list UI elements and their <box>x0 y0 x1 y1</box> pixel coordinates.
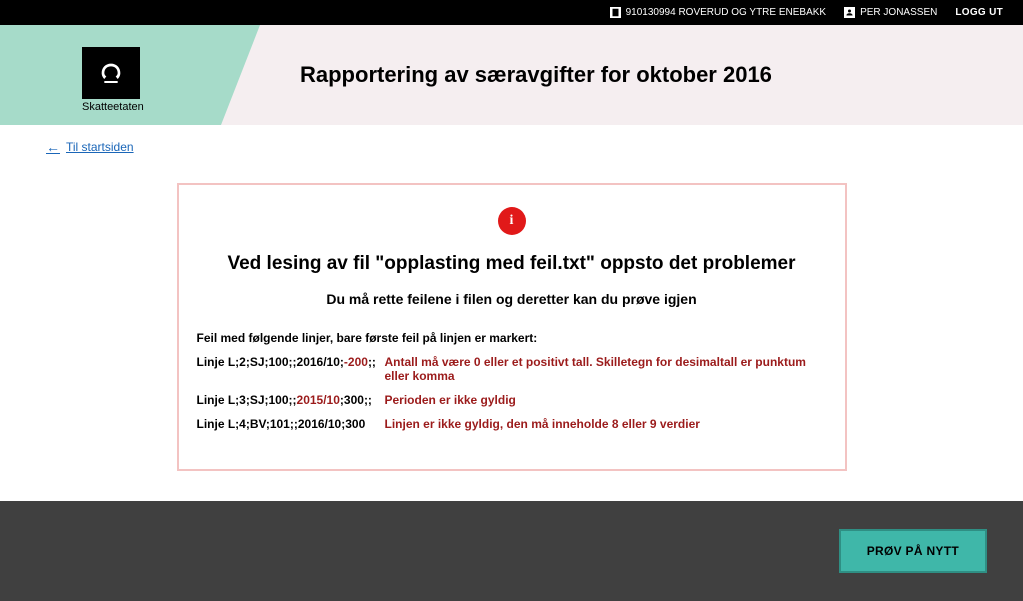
topbar: 910130994 ROVERUD OG YTRE ENEBAKK PER JO… <box>0 0 1023 25</box>
error-message: Antall må være 0 eller et positivt tall.… <box>385 355 827 383</box>
page-header: Skatteetaten Rapportering av særavgifter… <box>0 25 1023 125</box>
error-subtitle: Du må rette feilene i filen og deretter … <box>197 291 827 307</box>
error-message: Linjen er ikke gyldig, den må inneholde … <box>385 417 700 431</box>
page-footer: PRØV PÅ NYTT <box>0 501 1023 601</box>
error-list: Feil med følgende linjer, bare første fe… <box>197 331 827 431</box>
page-title: Rapportering av særavgifter for oktober … <box>260 25 1023 125</box>
header-logo-area: Skatteetaten <box>0 25 260 125</box>
topbar-user[interactable]: PER JONASSEN <box>844 7 937 18</box>
error-line: Linje L;3;SJ;100;;2015/10;300;; <box>197 393 373 407</box>
error-row: Linje L;4;BV;101;;2016/10;300 Linjen er … <box>197 417 827 431</box>
arrow-left-icon: ← <box>46 139 60 155</box>
error-title: Ved lesing av fil "opplasting med feil.t… <box>197 253 827 275</box>
error-line: Linje L;2;SJ;100;;2016/10;-200;; <box>197 355 373 383</box>
error-row: Linje L;3;SJ;100;;2015/10;300;; Perioden… <box>197 393 827 407</box>
info-icon: i <box>498 207 526 235</box>
person-icon <box>844 7 855 18</box>
brand-logo <box>82 47 140 99</box>
retry-button[interactable]: PRØV PÅ NYTT <box>839 529 987 573</box>
back-link[interactable]: ← Til startsiden <box>46 139 134 155</box>
error-row: Linje L;2;SJ;100;;2016/10;-200;; Antall … <box>197 355 827 383</box>
error-message: Perioden er ikke gyldig <box>385 393 516 407</box>
main-content: i Ved lesing av fil "opplasting med feil… <box>0 155 1023 501</box>
error-line: Linje L;4;BV;101;;2016/10;300 <box>197 417 373 431</box>
brand-name: Skatteetaten <box>82 101 144 113</box>
topbar-user-label: PER JONASSEN <box>860 7 937 18</box>
back-link-label: Til startsiden <box>66 140 134 154</box>
breadcrumb: ← Til startsiden <box>0 125 1023 155</box>
error-panel: i Ved lesing av fil "opplasting med feil… <box>177 183 847 471</box>
topbar-org-label: 910130994 ROVERUD OG YTRE ENEBAKK <box>626 7 826 18</box>
building-icon <box>610 7 621 18</box>
topbar-org[interactable]: 910130994 ROVERUD OG YTRE ENEBAKK <box>610 7 826 18</box>
error-intro: Feil med følgende linjer, bare første fe… <box>197 331 827 345</box>
logout-link[interactable]: LOGG UT <box>955 7 1003 18</box>
